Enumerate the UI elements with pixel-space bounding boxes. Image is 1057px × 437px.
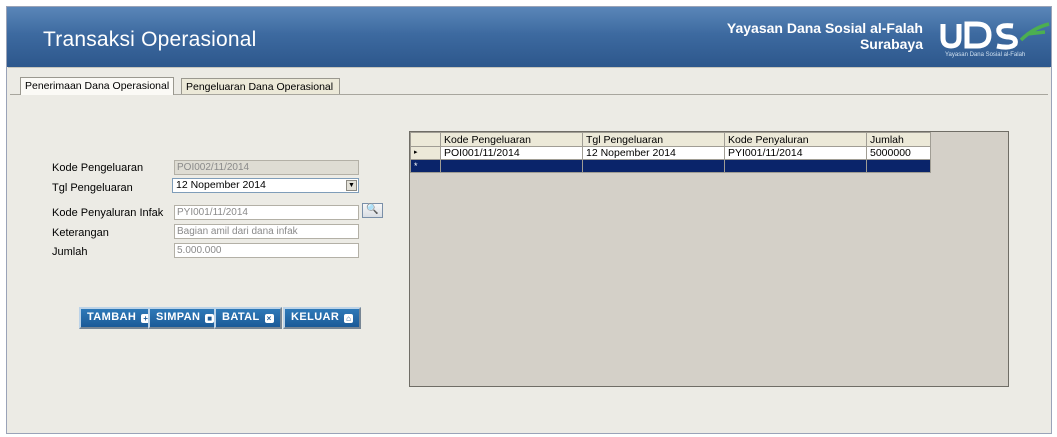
keterangan-field[interactable]: Bagian amil dari dana infak xyxy=(174,224,359,239)
tambah-button-label: TAMBAH xyxy=(87,311,137,323)
table-cell[interactable] xyxy=(866,159,931,173)
new-row-indicator-icon: * xyxy=(410,159,441,173)
logo-subtext: Yayasan Dana Sosial al-Falah xyxy=(945,52,1026,58)
keluar-button[interactable]: KELUAR ⌂ xyxy=(283,307,362,329)
ydsf-logo-mark xyxy=(940,21,1050,50)
tgl-pengeluaran-value: 12 Nopember 2014 xyxy=(176,179,266,191)
home-icon: ⌂ xyxy=(344,314,354,323)
cancel-icon: × xyxy=(264,314,274,323)
table-cell[interactable]: PYI001/11/2014 xyxy=(724,146,867,160)
table-row[interactable]: ▸ POI001/11/2014 12 Nopember 2014 PYI001… xyxy=(410,146,931,160)
jumlah-label: Jumlah xyxy=(52,246,88,258)
ydsf-logo: Yayasan Dana Sosial al-Falah xyxy=(937,20,1053,62)
column-header-kode-penyaluran[interactable]: Kode Penyaluran xyxy=(724,132,867,147)
org-name-line1: Yayasan Dana Sosial al-Falah xyxy=(726,20,923,36)
grid-header-row: Kode Pengeluaran Tgl Pengeluaran Kode Pe… xyxy=(410,132,931,147)
app-window: Transaksi Operasional Yayasan Dana Sosia… xyxy=(0,0,1057,437)
tab-strip: Penerimaan Dana Operasional Pengeluaran … xyxy=(8,67,1050,96)
kode-pengeluaran-label: Kode Pengeluaran xyxy=(52,162,144,174)
tab-pengeluaran-dana-operasional[interactable]: Pengeluaran Dana Operasional xyxy=(181,78,340,94)
batal-button-label: BATAL xyxy=(222,311,260,323)
kode-pengeluaran-field[interactable]: POI002/11/2014 xyxy=(174,160,359,175)
new-row[interactable]: * xyxy=(410,159,931,173)
magnifier-icon: 🔍 xyxy=(366,204,379,215)
kode-penyaluran-infak-label: Kode Penyaluran Infak xyxy=(52,207,164,219)
app-title: Transaksi Operasional xyxy=(43,28,257,51)
column-header-tgl-pengeluaran[interactable]: Tgl Pengeluaran xyxy=(582,132,725,147)
transaction-grid[interactable]: Kode Pengeluaran Tgl Pengeluaran Kode Pe… xyxy=(409,131,1009,387)
batal-button[interactable]: BATAL × xyxy=(214,307,282,329)
simpan-button-label: SIMPAN xyxy=(156,311,201,323)
tab-penerimaan-dana-operasional[interactable]: Penerimaan Dana Operasional xyxy=(20,77,175,95)
grid-table: Kode Pengeluaran Tgl Pengeluaran Kode Pe… xyxy=(410,132,931,173)
current-row-indicator-icon: ▸ xyxy=(410,146,441,160)
table-cell[interactable] xyxy=(582,159,725,173)
simpan-button[interactable]: SIMPAN ■ xyxy=(148,307,223,329)
table-cell[interactable] xyxy=(440,159,583,173)
column-header-jumlah[interactable]: Jumlah xyxy=(866,132,931,147)
tgl-pengeluaran-select[interactable]: 12 Nopember 2014 ▼ xyxy=(172,178,359,193)
search-lookup-button[interactable]: 🔍 xyxy=(362,203,383,218)
keluar-button-label: KELUAR xyxy=(291,311,340,323)
kode-penyaluran-infak-field[interactable]: PYI001/11/2014 xyxy=(174,205,359,220)
jumlah-field[interactable]: 5.000.000 xyxy=(174,243,359,258)
keterangan-label: Keterangan xyxy=(52,227,109,239)
chevron-down-icon[interactable]: ▼ xyxy=(346,180,357,191)
tgl-pengeluaran-label: Tgl Pengeluaran xyxy=(52,182,133,194)
grid-corner-cell xyxy=(410,132,441,147)
table-cell[interactable] xyxy=(724,159,867,173)
tambah-button[interactable]: TAMBAH + xyxy=(79,307,159,329)
table-cell[interactable]: 12 Nopember 2014 xyxy=(582,146,725,160)
table-cell[interactable]: 5000000 xyxy=(866,146,931,160)
table-cell[interactable]: POI001/11/2014 xyxy=(440,146,583,160)
organization-name: Yayasan Dana Sosial al-Falah Surabaya xyxy=(727,20,923,52)
column-header-kode-pengeluaran[interactable]: Kode Pengeluaran xyxy=(440,132,583,147)
org-name-line2: Surabaya xyxy=(859,36,923,52)
header-banner: Transaksi Operasional Yayasan Dana Sosia… xyxy=(7,7,1051,67)
